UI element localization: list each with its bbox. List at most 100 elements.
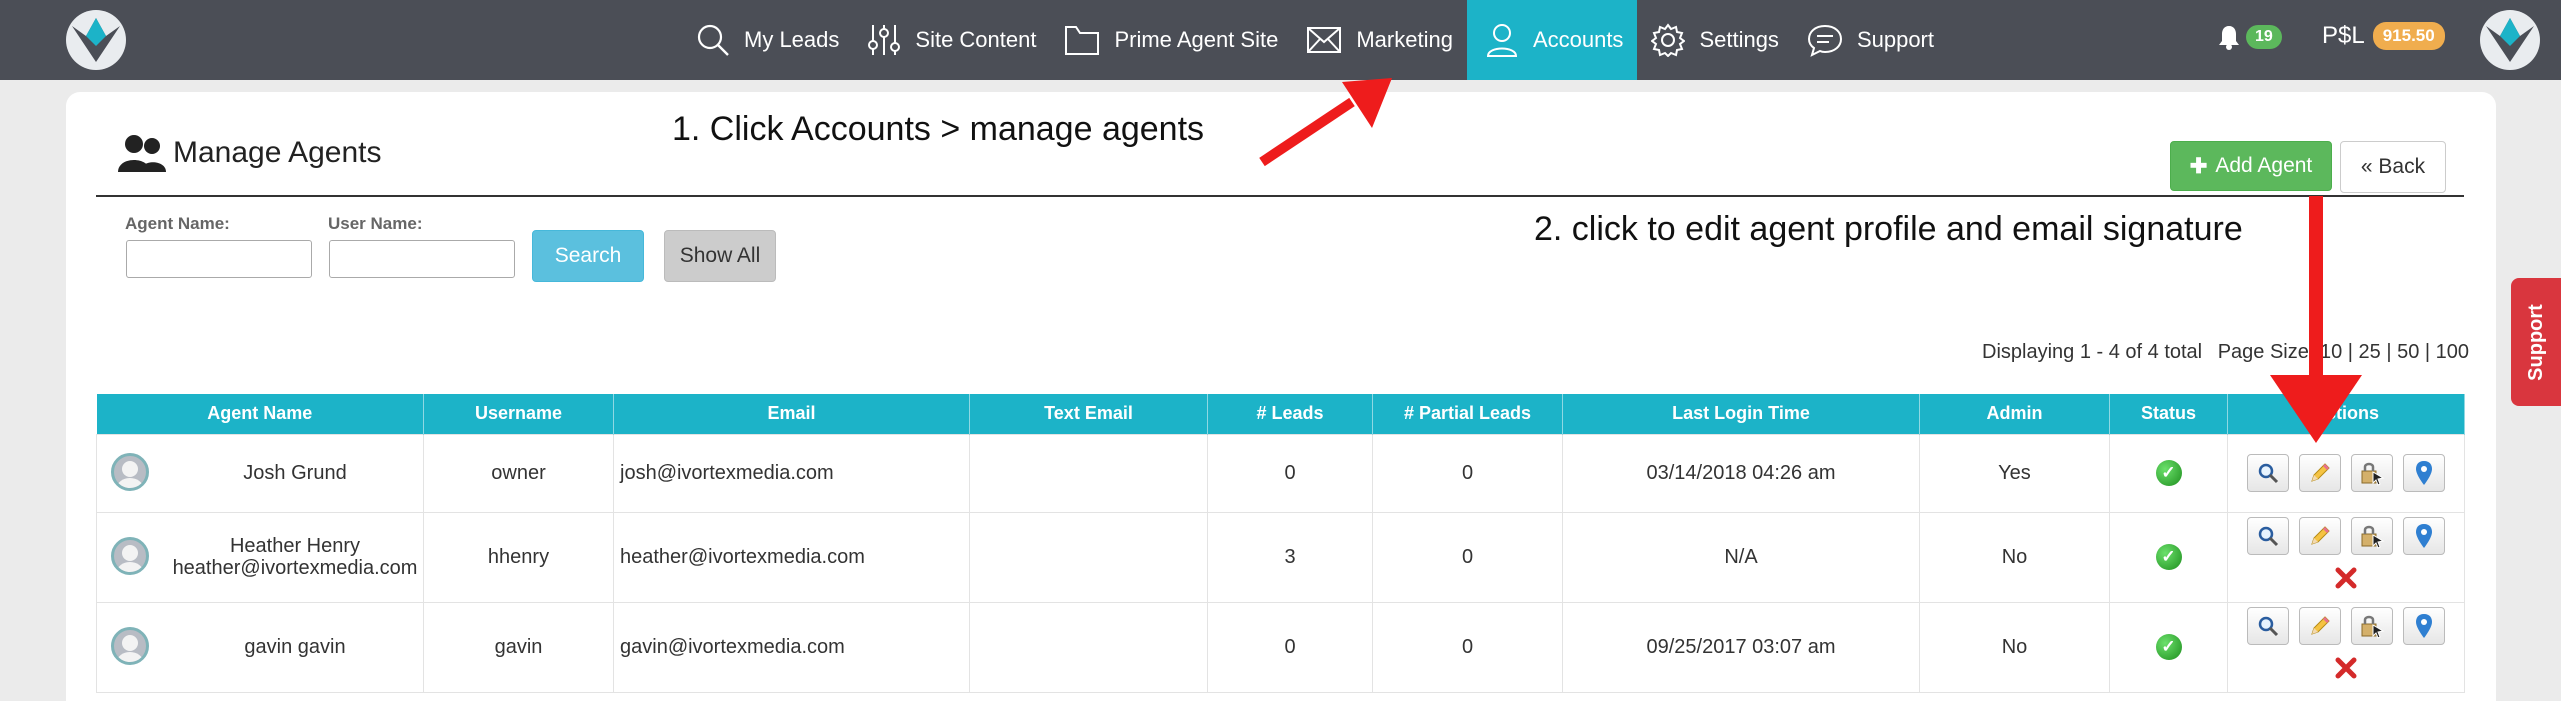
envelope-icon: [1307, 27, 1342, 53]
status-active-icon: ✓: [2155, 544, 2182, 570]
main-nav: My Leads Site Content Prime Agent Site M…: [682, 0, 1948, 80]
login-as-button[interactable]: [2351, 454, 2393, 492]
location-button[interactable]: [2403, 517, 2445, 555]
user-name-input[interactable]: [329, 240, 515, 278]
nav-label: My Leads: [744, 27, 840, 52]
lock-cursor-icon: [2361, 525, 2385, 549]
show-all-button[interactable]: Show All: [664, 230, 776, 282]
status-active-icon: ✓: [2155, 460, 2182, 486]
col-status[interactable]: Status: [2109, 394, 2228, 434]
edit-button[interactable]: [2299, 517, 2341, 555]
table-row: Heather Henry heather@ivortexmedia.com h…: [96, 511, 2465, 603]
nav-prime-agent-site[interactable]: Prime Agent Site: [1050, 0, 1292, 80]
username-cell: owner: [423, 433, 614, 513]
notification-count-badge: 19: [2246, 25, 2282, 49]
support-side-tab[interactable]: Support: [2511, 278, 2561, 406]
delete-x-icon: [2334, 656, 2358, 680]
folder-icon: [1065, 26, 1100, 55]
login-as-button[interactable]: [2351, 517, 2393, 555]
status-active-icon: ✓: [2155, 634, 2182, 660]
page-size-25[interactable]: 25: [2359, 341, 2381, 363]
search-icon: [697, 24, 729, 56]
nav-label: Accounts: [1532, 27, 1624, 52]
back-button[interactable]: « Back: [2340, 141, 2446, 193]
agent-name-label: Agent Name:: [125, 214, 230, 233]
edit-button[interactable]: [2299, 454, 2341, 492]
col-username[interactable]: Username: [423, 394, 614, 434]
nav-settings[interactable]: Settings: [1637, 0, 1793, 80]
delete-x-icon: [2334, 566, 2358, 590]
col-last-login[interactable]: Last Login Time: [1562, 394, 1920, 434]
username-cell: gavin: [423, 601, 614, 693]
nav-label: Support: [1856, 27, 1934, 52]
nav-label: Marketing: [1356, 27, 1453, 52]
leads-cell: 0: [1207, 433, 1373, 513]
map-pin-icon: [2416, 614, 2432, 638]
avatar: [111, 536, 149, 575]
pencil-icon: [2311, 526, 2330, 545]
email-cell: josh@ivortexmedia.com: [613, 433, 970, 513]
col-admin[interactable]: Admin: [1919, 394, 2110, 434]
map-pin-icon: [2416, 461, 2432, 485]
lock-cursor-icon: [2361, 615, 2385, 639]
nav-support[interactable]: Support: [1793, 0, 1948, 80]
points-balance[interactable]: P$L 915.50: [2322, 22, 2445, 50]
magnifier-icon: [2258, 526, 2279, 547]
agent-name-input[interactable]: [126, 240, 312, 278]
delete-button[interactable]: [2325, 559, 2367, 597]
magnifier-icon: [2258, 463, 2279, 484]
page-size-100[interactable]: 100: [2436, 341, 2469, 363]
search-button[interactable]: Search: [532, 230, 644, 282]
users-icon: [118, 135, 166, 172]
pencil-icon: [2311, 616, 2330, 635]
table-row: Josh Grund owner josh@ivortexmedia.com 0…: [96, 433, 2465, 513]
company-logo-icon[interactable]: [62, 6, 130, 74]
annotation-step-2: 2. click to edit agent profile and email…: [1534, 210, 2243, 248]
chat-icon: [1807, 24, 1842, 57]
leads-cell[interactable]: 3: [1207, 511, 1373, 603]
lock-cursor-icon: [2361, 462, 2385, 486]
admin-cell: Yes: [1919, 433, 2110, 513]
nav-my-leads[interactable]: My Leads: [682, 0, 853, 80]
admin-cell: No: [1919, 511, 2110, 603]
nav-label: Settings: [1699, 27, 1779, 52]
location-button[interactable]: [2403, 454, 2445, 492]
notifications[interactable]: 19: [2218, 24, 2282, 50]
page-size-50[interactable]: 50: [2397, 341, 2419, 363]
gear-icon: [1651, 23, 1686, 57]
location-button[interactable]: [2403, 607, 2445, 645]
agent-name-cell: gavin gavin: [96, 601, 424, 693]
col-partial-leads[interactable]: # Partial Leads: [1372, 394, 1563, 434]
login-as-button[interactable]: [2351, 607, 2393, 645]
avatar: [111, 452, 149, 491]
add-agent-button[interactable]: ✚ Add Agent: [2170, 141, 2332, 191]
col-leads[interactable]: # Leads: [1207, 394, 1373, 434]
username-cell: hhenry: [423, 511, 614, 603]
view-button[interactable]: [2247, 607, 2289, 645]
email-cell: gavin@ivortexmedia.com: [613, 601, 970, 693]
col-email[interactable]: Email: [613, 394, 970, 434]
status-cell: ✓: [2109, 433, 2228, 513]
table-header-row: Agent Name Username Email Text Email # L…: [96, 394, 2465, 434]
text-email-cell: [969, 601, 1208, 693]
edit-button[interactable]: [2299, 607, 2341, 645]
view-button[interactable]: [2247, 517, 2289, 555]
user-icon: [1486, 24, 1517, 57]
col-agent-name[interactable]: Agent Name: [96, 394, 424, 434]
last-login-cell: N/A: [1562, 511, 1920, 603]
points-value-badge: 915.50: [2372, 22, 2445, 50]
col-text-email[interactable]: Text Email: [969, 394, 1208, 434]
user-avatar-logo-icon[interactable]: [2476, 6, 2544, 74]
partial-leads-cell: 0: [1372, 601, 1563, 693]
user-name-label: User Name:: [328, 214, 423, 233]
nav-accounts[interactable]: Accounts: [1466, 0, 1638, 80]
nav-site-content[interactable]: Site Content: [853, 0, 1050, 80]
status-cell: ✓: [2109, 601, 2228, 693]
view-button[interactable]: [2247, 454, 2289, 492]
delete-button[interactable]: [2325, 649, 2367, 687]
page-size-10[interactable]: 10: [2320, 341, 2342, 363]
partial-leads-cell: 0: [1372, 433, 1563, 513]
magnifier-icon: [2258, 616, 2279, 637]
support-tab-label: Support: [2524, 303, 2547, 381]
nav-marketing[interactable]: Marketing: [1292, 0, 1467, 80]
